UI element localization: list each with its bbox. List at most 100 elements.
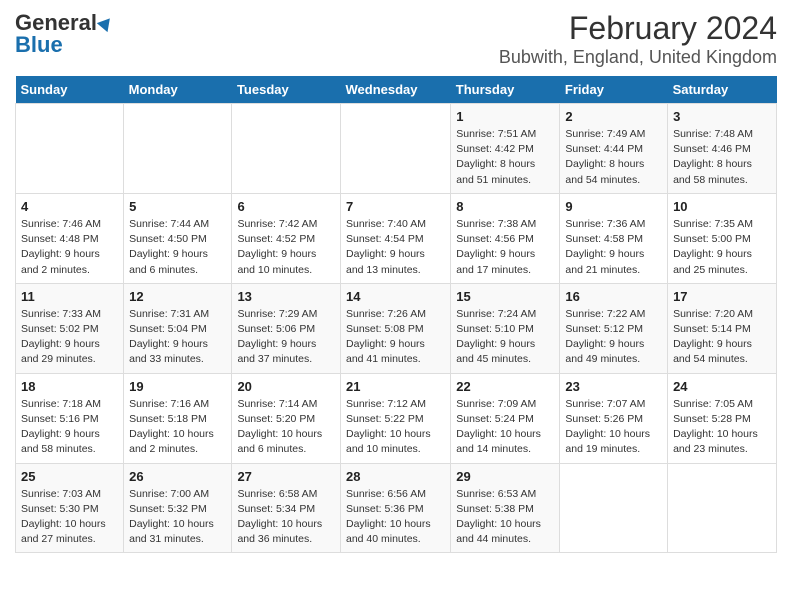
day-info: Sunrise: 7:05 AM Sunset: 5:28 PM Dayligh…	[673, 397, 771, 458]
calendar-cell: 9Sunrise: 7:36 AM Sunset: 4:58 PM Daylig…	[560, 193, 668, 283]
calendar-cell: 8 Sunrise: 7:38 AM Sunset: 4:56 PM Daylig…	[451, 193, 560, 283]
day-info: Sunrise: 7:29 AM Sunset: 5:06 PM Dayligh…	[237, 307, 335, 368]
day-number: 6	[237, 199, 335, 214]
day-info: Sunrise: 7:38 AM Sunset: 4:56 PM Dayligh…	[456, 217, 554, 278]
day-number: 20	[237, 379, 335, 394]
day-number: 5	[129, 199, 226, 214]
day-number: 24	[673, 379, 771, 394]
day-number: 29	[456, 469, 554, 484]
day-info: Sunrise: 7:18 AM Sunset: 5:16 PM Dayligh…	[21, 397, 118, 458]
day-number: 22	[456, 379, 554, 394]
calendar-cell: 13Sunrise: 7:29 AM Sunset: 5:06 PM Dayli…	[232, 283, 341, 373]
calendar-cell: 25 Sunrise: 7:03 AM Sunset: 5:30 PM Dayli…	[16, 463, 124, 553]
day-info: Sunrise: 6:58 AM Sunset: 5:34 PM Dayligh…	[237, 487, 335, 548]
day-info: Sunrise: 7:26 AM Sunset: 5:08 PM Dayligh…	[346, 307, 445, 368]
day-info: Sunrise: 7:12 AM Sunset: 5:22 PM Dayligh…	[346, 397, 445, 458]
weekday-header-monday: Monday	[124, 76, 232, 104]
weekday-header-thursday: Thursday	[451, 76, 560, 104]
calendar-cell: 28Sunrise: 6:56 AM Sunset: 5:36 PM Dayli…	[340, 463, 450, 553]
calendar-cell: 17 Sunrise: 7:20 AM Sunset: 5:14 PM Dayli…	[668, 283, 777, 373]
calendar-table: SundayMondayTuesdayWednesdayThursdayFrid…	[15, 76, 777, 553]
day-info: Sunrise: 7:00 AM Sunset: 5:32 PM Dayligh…	[129, 487, 226, 548]
day-info: Sunrise: 7:22 AM Sunset: 5:12 PM Dayligh…	[565, 307, 662, 368]
day-number: 26	[129, 469, 226, 484]
calendar-cell	[340, 104, 450, 194]
calendar-cell: 27 Sunrise: 6:58 AM Sunset: 5:34 PM Dayli…	[232, 463, 341, 553]
day-info: Sunrise: 7:31 AM Sunset: 5:04 PM Dayligh…	[129, 307, 226, 368]
calendar-week-2: 4 Sunrise: 7:46 AM Sunset: 4:48 PM Daylig…	[16, 193, 777, 283]
weekday-header-wednesday: Wednesday	[340, 76, 450, 104]
calendar-cell: 23 Sunrise: 7:07 AM Sunset: 5:26 PM Dayli…	[560, 373, 668, 463]
day-info: Sunrise: 7:14 AM Sunset: 5:20 PM Dayligh…	[237, 397, 335, 458]
calendar-cell: 16 Sunrise: 7:22 AM Sunset: 5:12 PM Dayli…	[560, 283, 668, 373]
calendar-cell: 5 Sunrise: 7:44 AM Sunset: 4:50 PM Daylig…	[124, 193, 232, 283]
calendar-cell: 29Sunrise: 6:53 AM Sunset: 5:38 PM Dayli…	[451, 463, 560, 553]
calendar-cell: 20 Sunrise: 7:14 AM Sunset: 5:20 PM Dayli…	[232, 373, 341, 463]
day-number: 4	[21, 199, 118, 214]
header: General Blue February 2024 Bubwith, Engl…	[15, 10, 777, 68]
day-number: 2	[565, 109, 662, 124]
calendar-header: SundayMondayTuesdayWednesdayThursdayFrid…	[16, 76, 777, 104]
day-info: Sunrise: 7:46 AM Sunset: 4:48 PM Dayligh…	[21, 217, 118, 278]
day-info: Sunrise: 7:36 AM Sunset: 4:58 PM Dayligh…	[565, 217, 662, 278]
day-info: Sunrise: 7:07 AM Sunset: 5:26 PM Dayligh…	[565, 397, 662, 458]
day-info: Sunrise: 7:33 AM Sunset: 5:02 PM Dayligh…	[21, 307, 118, 368]
calendar-cell: 22 Sunrise: 7:09 AM Sunset: 5:24 PM Dayli…	[451, 373, 560, 463]
day-info: Sunrise: 7:48 AM Sunset: 4:46 PM Dayligh…	[673, 127, 771, 188]
day-info: Sunrise: 7:42 AM Sunset: 4:52 PM Dayligh…	[237, 217, 335, 278]
calendar-cell: 21 Sunrise: 7:12 AM Sunset: 5:22 PM Dayli…	[340, 373, 450, 463]
day-info: Sunrise: 7:03 AM Sunset: 5:30 PM Dayligh…	[21, 487, 118, 548]
calendar-cell: 11 Sunrise: 7:33 AM Sunset: 5:02 PM Dayli…	[16, 283, 124, 373]
day-number: 27	[237, 469, 335, 484]
logo-triangle-icon	[97, 14, 115, 32]
calendar-cell: 26 Sunrise: 7:00 AM Sunset: 5:32 PM Dayli…	[124, 463, 232, 553]
day-number: 18	[21, 379, 118, 394]
calendar-week-4: 18 Sunrise: 7:18 AM Sunset: 5:16 PM Dayli…	[16, 373, 777, 463]
day-number: 8	[456, 199, 554, 214]
day-number: 28	[346, 469, 445, 484]
calendar-cell: 18 Sunrise: 7:18 AM Sunset: 5:16 PM Dayli…	[16, 373, 124, 463]
calendar-cell: 15Sunrise: 7:24 AM Sunset: 5:10 PM Dayli…	[451, 283, 560, 373]
day-number: 14	[346, 289, 445, 304]
logo-blue: Blue	[15, 32, 63, 58]
main-title: February 2024	[499, 10, 777, 47]
day-number: 21	[346, 379, 445, 394]
day-info: Sunrise: 7:16 AM Sunset: 5:18 PM Dayligh…	[129, 397, 226, 458]
day-info: Sunrise: 7:20 AM Sunset: 5:14 PM Dayligh…	[673, 307, 771, 368]
day-number: 11	[21, 289, 118, 304]
calendar-cell: 1Sunrise: 7:51 AM Sunset: 4:42 PM Daylig…	[451, 104, 560, 194]
weekday-header-friday: Friday	[560, 76, 668, 104]
calendar-week-5: 25 Sunrise: 7:03 AM Sunset: 5:30 PM Dayli…	[16, 463, 777, 553]
calendar-cell: 2 Sunrise: 7:49 AM Sunset: 4:44 PM Daylig…	[560, 104, 668, 194]
day-number: 16	[565, 289, 662, 304]
calendar-cell	[232, 104, 341, 194]
day-info: Sunrise: 7:44 AM Sunset: 4:50 PM Dayligh…	[129, 217, 226, 278]
day-number: 19	[129, 379, 226, 394]
weekday-header-row: SundayMondayTuesdayWednesdayThursdayFrid…	[16, 76, 777, 104]
calendar-cell: 6 Sunrise: 7:42 AM Sunset: 4:52 PM Daylig…	[232, 193, 341, 283]
calendar-cell: 19 Sunrise: 7:16 AM Sunset: 5:18 PM Dayli…	[124, 373, 232, 463]
calendar-cell: 4 Sunrise: 7:46 AM Sunset: 4:48 PM Daylig…	[16, 193, 124, 283]
day-info: Sunrise: 7:49 AM Sunset: 4:44 PM Dayligh…	[565, 127, 662, 188]
calendar-cell: 10Sunrise: 7:35 AM Sunset: 5:00 PM Dayli…	[668, 193, 777, 283]
day-number: 23	[565, 379, 662, 394]
day-number: 17	[673, 289, 771, 304]
weekday-header-tuesday: Tuesday	[232, 76, 341, 104]
day-info: Sunrise: 7:09 AM Sunset: 5:24 PM Dayligh…	[456, 397, 554, 458]
day-number: 10	[673, 199, 771, 214]
calendar-week-3: 11 Sunrise: 7:33 AM Sunset: 5:02 PM Dayli…	[16, 283, 777, 373]
day-number: 3	[673, 109, 771, 124]
calendar-body: 1Sunrise: 7:51 AM Sunset: 4:42 PM Daylig…	[16, 104, 777, 553]
day-number: 15	[456, 289, 554, 304]
calendar-cell	[16, 104, 124, 194]
day-number: 12	[129, 289, 226, 304]
day-info: Sunrise: 7:40 AM Sunset: 4:54 PM Dayligh…	[346, 217, 445, 278]
calendar-cell: 12 Sunrise: 7:31 AM Sunset: 5:04 PM Dayli…	[124, 283, 232, 373]
calendar-cell	[668, 463, 777, 553]
day-number: 25	[21, 469, 118, 484]
calendar-cell: 7 Sunrise: 7:40 AM Sunset: 4:54 PM Daylig…	[340, 193, 450, 283]
weekday-header-sunday: Sunday	[16, 76, 124, 104]
calendar-cell: 24 Sunrise: 7:05 AM Sunset: 5:28 PM Dayli…	[668, 373, 777, 463]
day-number: 7	[346, 199, 445, 214]
calendar-cell	[560, 463, 668, 553]
